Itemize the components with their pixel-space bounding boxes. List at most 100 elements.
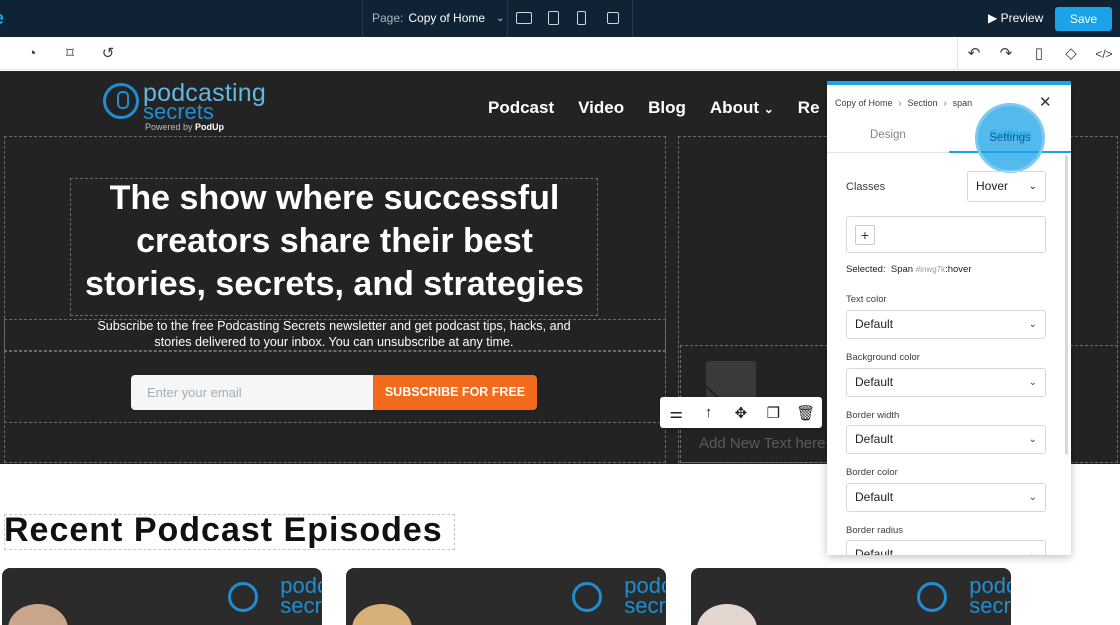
redo-icon[interactable]: ↷ (997, 45, 1015, 63)
episode-card[interactable]: podcsecr (2, 568, 322, 625)
delete-icon[interactable]: 🗑 (794, 404, 818, 422)
guest-photo (8, 604, 68, 625)
preview-label: Preview (1000, 11, 1044, 25)
top-bar: e Page: Copy of Home ⌄ ▶ Preview Save (0, 0, 1120, 37)
nav-resources[interactable]: Re (798, 98, 820, 118)
breadcrumb-item[interactable]: span (953, 98, 973, 108)
fullscreen-view-icon[interactable] (607, 12, 619, 24)
field-label: Border color (846, 467, 898, 478)
select-parent-icon[interactable]: ↑ (697, 404, 721, 421)
divider (957, 37, 958, 70)
episode-card[interactable]: podcsecr (346, 568, 666, 625)
state-select-value: Hover (976, 179, 1009, 193)
card-logo: podcsecr (280, 575, 322, 618)
microphone-icon (228, 582, 258, 612)
page-selector-value: Copy of Home (408, 11, 486, 25)
card-logo-line-2: secr (969, 593, 1011, 618)
page-selector-label: Page: (372, 11, 404, 25)
breadcrumb-item[interactable]: Section (908, 98, 938, 108)
click-highlight-label: Settings (989, 132, 1031, 144)
duplicate-icon[interactable]: ❐ (761, 404, 785, 422)
episode-card[interactable]: podcsecr (691, 568, 1011, 625)
chevron-down-icon: ⌄ (1028, 434, 1037, 445)
select-value: Default (855, 547, 894, 555)
microphone-icon (572, 582, 602, 612)
style-manager-panel: Copy of Home › Section › span ✕ Design S… (827, 81, 1071, 555)
field-label: Border width (846, 410, 900, 421)
app-logo-icon[interactable]: e (0, 8, 4, 29)
powered-by-label: Powered by (145, 122, 193, 132)
nav-blog[interactable]: Blog (648, 98, 686, 118)
text-color-select[interactable]: Default ⌄ (846, 310, 1046, 339)
background-color-select[interactable]: Default ⌄ (846, 368, 1046, 397)
mobile-view-icon[interactable] (577, 11, 586, 25)
recent-episodes-heading[interactable]: Recent Podcast Episodes (4, 511, 443, 550)
selected-selector: Selected: Span #inwg7k:hover (846, 264, 972, 275)
card-logo: podcsecr (969, 575, 1011, 618)
settings-sliders-icon[interactable]: ⚌ (664, 404, 688, 422)
site-logo[interactable]: podcasting secrets Powered by PodUp (103, 79, 266, 133)
card-logo: podcsecr (624, 575, 666, 617)
classes-label: Classes (846, 181, 886, 193)
save-button[interactable]: Save (1055, 7, 1112, 31)
classes-box[interactable]: + (846, 216, 1046, 253)
add-new-text[interactable]: Add New Text here (699, 435, 825, 452)
field-label: Background color (846, 352, 920, 363)
tablet-view-icon[interactable] (548, 11, 559, 25)
microphone-icon (917, 582, 947, 612)
chevron-down-icon: ⌄ (496, 12, 505, 24)
palette-icon[interactable]: ◔ (23, 45, 41, 63)
nav-video[interactable]: Video (578, 98, 624, 118)
divider (632, 0, 633, 37)
selected-tag: Span (890, 264, 914, 275)
chevron-down-icon: ⌄ (763, 102, 774, 116)
chevron-down-icon: ⌄ (1028, 319, 1037, 330)
desktop-view-icon[interactable] (516, 12, 532, 24)
border-color-select[interactable]: Default ⌄ (846, 483, 1046, 512)
border-radius-select[interactable]: Default ⌄ (846, 540, 1046, 555)
undo-icon[interactable]: ↶ (965, 45, 983, 63)
add-class-icon[interactable]: + (855, 225, 875, 245)
chevron-down-icon: ⌄ (1028, 549, 1037, 555)
card-logo-line-2: secr (280, 593, 322, 618)
powered-by-brand: PodUp (195, 122, 225, 132)
nav-podcast[interactable]: Podcast (488, 98, 554, 118)
code-view-icon[interactable]: </> (1095, 45, 1113, 63)
chevron-right-icon: › (898, 98, 902, 108)
email-input[interactable]: Enter your email (131, 375, 373, 410)
selected-state: :hover (945, 264, 972, 275)
bookmark-icon[interactable]: ⌑ (61, 45, 79, 63)
subscribe-button[interactable]: SUBSCRIBE FOR FREE (373, 375, 537, 410)
eraser-icon[interactable]: ◇ (1062, 45, 1080, 63)
editor-toolbar: ▏ ◔ ⌑ ↺ ↶ ↷ ▯ ◇ </> (0, 37, 1120, 70)
nav-about[interactable]: About ⌄ (710, 98, 774, 118)
preview-button[interactable]: ▶ Preview (988, 11, 1043, 25)
select-value: Default (855, 375, 894, 389)
panel-scrollbar[interactable] (1065, 155, 1068, 455)
chevron-right-icon: › (943, 98, 947, 108)
page-selector[interactable]: Page: Copy of Home ⌄ (372, 11, 504, 25)
chevron-down-icon: ⌄ (1028, 181, 1037, 192)
layers-icon[interactable]: ▏ (0, 45, 8, 63)
site-nav: Podcast Video Blog About ⌄ Re (488, 98, 820, 118)
selected-id: #inwg7k (915, 265, 946, 274)
code-file-icon[interactable]: ▯ (1030, 45, 1048, 63)
border-width-select[interactable]: Default ⌄ (846, 425, 1046, 454)
breadcrumb-item[interactable]: Copy of Home (835, 98, 893, 108)
select-value: Default (855, 432, 894, 446)
click-highlight: Settings (975, 103, 1045, 173)
hero-subheadline[interactable]: Subscribe to the free Podcasting Secrets… (90, 318, 578, 350)
field-label: Text color (846, 294, 887, 305)
move-icon[interactable]: ✥ (729, 404, 753, 422)
select-value: Default (855, 490, 894, 504)
field-label: Border radius (846, 525, 904, 536)
select-value: Default (855, 317, 894, 331)
tab-design[interactable]: Design (870, 129, 906, 141)
divider (507, 0, 508, 37)
history-icon[interactable]: ↺ (99, 45, 117, 63)
hero-headline[interactable]: The show where successful creators share… (71, 177, 598, 306)
powered-by: Powered by PodUp (145, 122, 224, 132)
chevron-down-icon: ⌄ (1028, 492, 1037, 503)
state-select[interactable]: Hover ⌄ (967, 171, 1046, 202)
nav-about-label: About (709, 98, 759, 117)
